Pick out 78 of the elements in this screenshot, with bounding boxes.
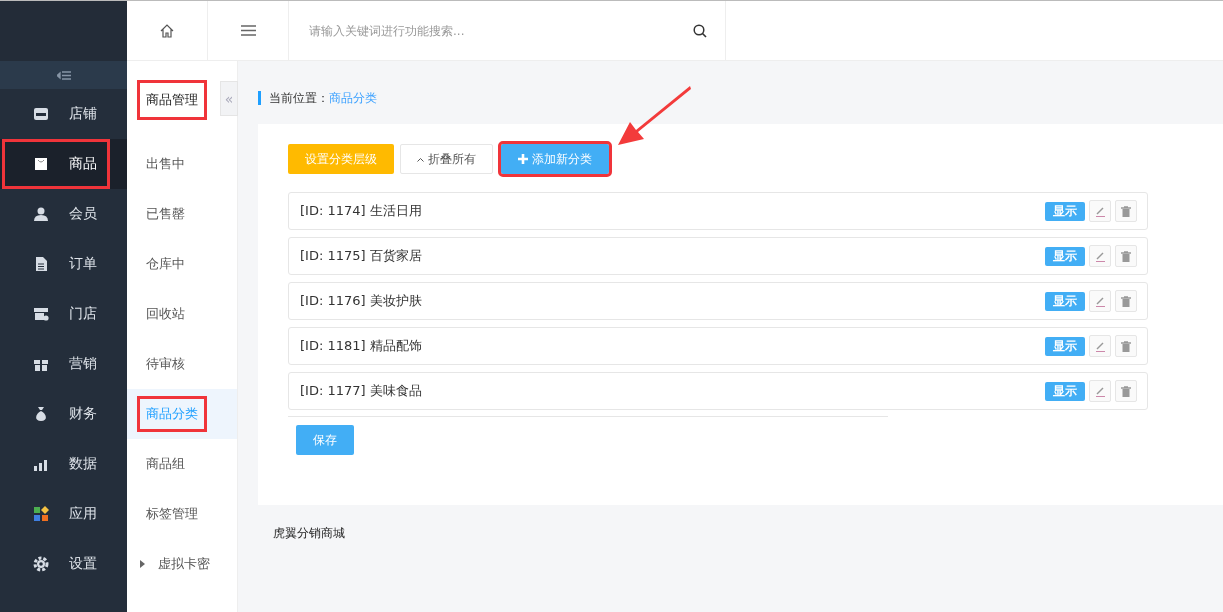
category-row[interactable]: [ID: 1176] 美妆护肤 显示 [288,282,1148,320]
expand-triangle-icon[interactable] [140,560,145,568]
search-icon[interactable] [693,23,707,38]
nav-label: 数据 [69,455,97,473]
trash-icon [1121,205,1131,217]
nav-label: 营销 [69,355,97,373]
nav-item[interactable]: 会员 [0,189,127,239]
nav-label: 店铺 [69,105,97,123]
edit-button[interactable] [1089,335,1111,357]
category-row[interactable]: [ID: 1181] 精品配饰 显示 [288,327,1148,365]
collapse-menu-icon[interactable] [56,70,71,80]
subnav-item[interactable]: 待审核 [127,339,237,389]
home-icon[interactable] [160,23,174,38]
nav-icon [33,156,49,172]
category-name: [ID: 1181] 精品配饰 [300,337,423,355]
subnav-item[interactable]: 回收站 [127,289,237,339]
delete-button[interactable] [1115,380,1137,402]
nav-item[interactable]: 设置 [0,539,127,589]
nav-item[interactable]: 店铺 [0,89,127,139]
nav-item[interactable]: 订单 [0,239,127,289]
nav-icon [33,556,49,572]
pencil-icon [1094,385,1106,397]
trash-icon [1121,340,1131,352]
nav-label: 设置 [69,555,97,573]
nav-label: 订单 [69,255,97,273]
edit-button[interactable] [1089,290,1111,312]
nav-label: 会员 [69,205,97,223]
caret-up-icon [417,156,424,162]
pencil-icon [1094,250,1106,262]
nav-icon [33,506,49,522]
edit-button[interactable] [1089,245,1111,267]
plus-icon [518,154,528,164]
nav-label: 应用 [69,505,97,523]
subnav-item[interactable]: 已售罄 [127,189,237,239]
toolbar-button[interactable]: 折叠所有 [400,144,493,174]
delete-button[interactable] [1115,200,1137,222]
nav-item[interactable]: 应用 [0,489,127,539]
nav-icon [33,206,49,222]
subnav-item[interactable]: 仓库中 [127,239,237,289]
subnav-item[interactable]: 标签管理 [127,489,237,539]
nav-item[interactable]: 门店 [0,289,127,339]
delete-button[interactable] [1115,290,1137,312]
category-name: [ID: 1174] 生活日用 [300,202,423,220]
pencil-icon [1094,295,1106,307]
nav-icon [33,406,49,422]
nav-icon [33,256,49,272]
trash-icon [1121,295,1131,307]
subnav-item[interactable]: 虚拟卡密 [127,539,237,589]
category-name: [ID: 1175] 百货家居 [300,247,423,265]
subnav-item[interactable]: 商品组 [127,439,237,489]
category-name: [ID: 1176] 美妆护肤 [300,292,423,310]
nav-label: 财务 [69,405,97,423]
trash-icon [1121,250,1131,262]
subnav-item[interactable]: 出售中 [127,139,237,189]
nav-item[interactable]: 营销 [0,339,127,389]
menu-icon[interactable] [240,25,256,36]
nav-item[interactable]: 商品 [0,139,127,189]
footer-text: 虎翼分销商城 [272,525,346,542]
edit-button[interactable] [1089,200,1111,222]
nav-label: 门店 [69,305,97,323]
category-row[interactable]: [ID: 1175] 百货家居 显示 [288,237,1148,275]
subnav-title: 商品管理 [140,83,204,117]
nav-item[interactable]: 财务 [0,389,127,439]
delete-button[interactable] [1115,245,1137,267]
nav-icon [33,306,49,322]
search-field[interactable]: 请输入关键词进行功能搜索... [307,22,641,39]
category-row[interactable]: [ID: 1174] 生活日用 显示 [288,192,1148,230]
nav-label: 商品 [69,155,97,173]
category-row[interactable]: [ID: 1177] 美味食品 显示 [288,372,1148,410]
breadcrumb-label: 当前位置： [269,91,329,105]
nav-icon [33,106,49,122]
category-name: [ID: 1177] 美味食品 [300,382,423,400]
delete-button[interactable] [1115,335,1137,357]
pencil-icon [1094,205,1106,217]
pencil-icon [1094,340,1106,352]
edit-button[interactable] [1089,380,1111,402]
trash-icon [1121,385,1131,397]
nav-item[interactable]: 数据 [0,439,127,489]
